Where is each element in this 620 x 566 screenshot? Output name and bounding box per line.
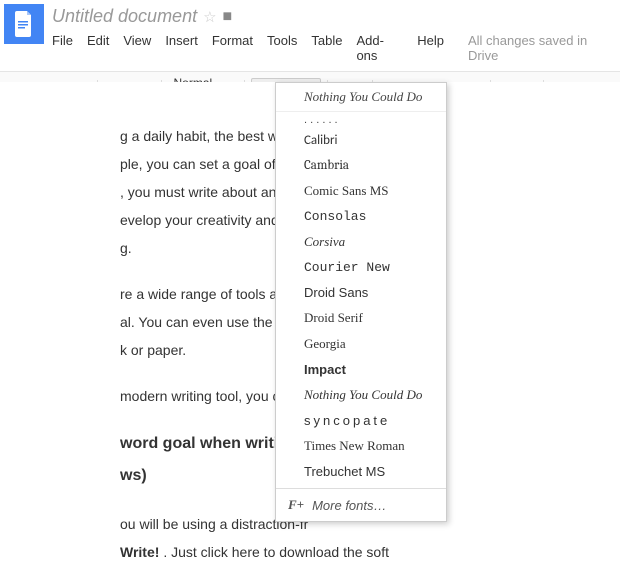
- font-item-courier-new[interactable]: Courier New: [276, 255, 446, 280]
- font-item-calibri[interactable]: Calibri: [276, 128, 446, 153]
- menu-format[interactable]: Format: [212, 33, 253, 63]
- star-icon[interactable]: ☆: [203, 8, 216, 26]
- font-item-trebuchet-ms[interactable]: Trebuchet MS: [276, 459, 446, 484]
- font-item-impact[interactable]: Impact: [276, 357, 446, 382]
- font-recent-item[interactable]: Nothing You Could Do: [276, 83, 446, 112]
- font-item-ubuntu[interactable]: Ubuntu: [276, 484, 446, 488]
- menu-file[interactable]: File: [52, 33, 73, 63]
- document-title[interactable]: Untitled document: [52, 6, 197, 27]
- font-item-comic-sans-ms[interactable]: Comic Sans MS: [276, 178, 446, 204]
- menu-addons[interactable]: Add-ons: [356, 33, 403, 63]
- more-fonts-icon: F+: [288, 497, 304, 513]
- doc-text: k or paper.: [120, 342, 186, 358]
- menu-insert[interactable]: Insert: [165, 33, 198, 63]
- font-family-menu: Nothing You Could Do . . . . . . Calibri…: [275, 82, 447, 522]
- font-item-droid-serif[interactable]: Droid Serif: [276, 305, 446, 331]
- doc-text-bold: Write!: [120, 544, 159, 560]
- menu-bar: File Edit View Insert Format Tools Table…: [48, 27, 620, 71]
- font-item-droid-sans[interactable]: Droid Sans: [276, 280, 446, 305]
- docs-logo[interactable]: [4, 4, 44, 44]
- menu-table[interactable]: Table: [311, 33, 342, 63]
- font-truncated-row: . . . . . .: [276, 112, 446, 128]
- menu-edit[interactable]: Edit: [87, 33, 109, 63]
- folder-icon[interactable]: ■: [223, 8, 233, 26]
- doc-text: . Just click here to download the soft: [163, 544, 389, 560]
- save-status: All changes saved in Drive: [468, 33, 616, 63]
- font-item-cambria[interactable]: Cambria: [276, 153, 446, 178]
- more-fonts-button[interactable]: F+ More fonts…: [276, 488, 446, 521]
- font-item-nothing-you-could-do[interactable]: Nothing You Could Do: [276, 382, 446, 408]
- font-item-consolas[interactable]: Consolas: [276, 204, 446, 229]
- more-fonts-label: More fonts…: [312, 498, 386, 513]
- menu-view[interactable]: View: [123, 33, 151, 63]
- font-list[interactable]: CalibriCambriaComic Sans MSConsolasCorsi…: [276, 128, 446, 488]
- doc-heading: ws): [120, 467, 147, 484]
- doc-heading: word goal when writi: [120, 435, 278, 452]
- font-item-georgia[interactable]: Georgia: [276, 331, 446, 357]
- menu-tools[interactable]: Tools: [267, 33, 297, 63]
- font-item-corsiva[interactable]: Corsiva: [276, 229, 446, 255]
- doc-text: g.: [120, 240, 132, 256]
- app-header: Untitled document ☆ ■ File Edit View Ins…: [0, 0, 620, 72]
- menu-help[interactable]: Help: [417, 33, 444, 63]
- font-item-times-new-roman[interactable]: Times New Roman: [276, 433, 446, 459]
- font-item-syncopate[interactable]: syncopate: [276, 408, 446, 433]
